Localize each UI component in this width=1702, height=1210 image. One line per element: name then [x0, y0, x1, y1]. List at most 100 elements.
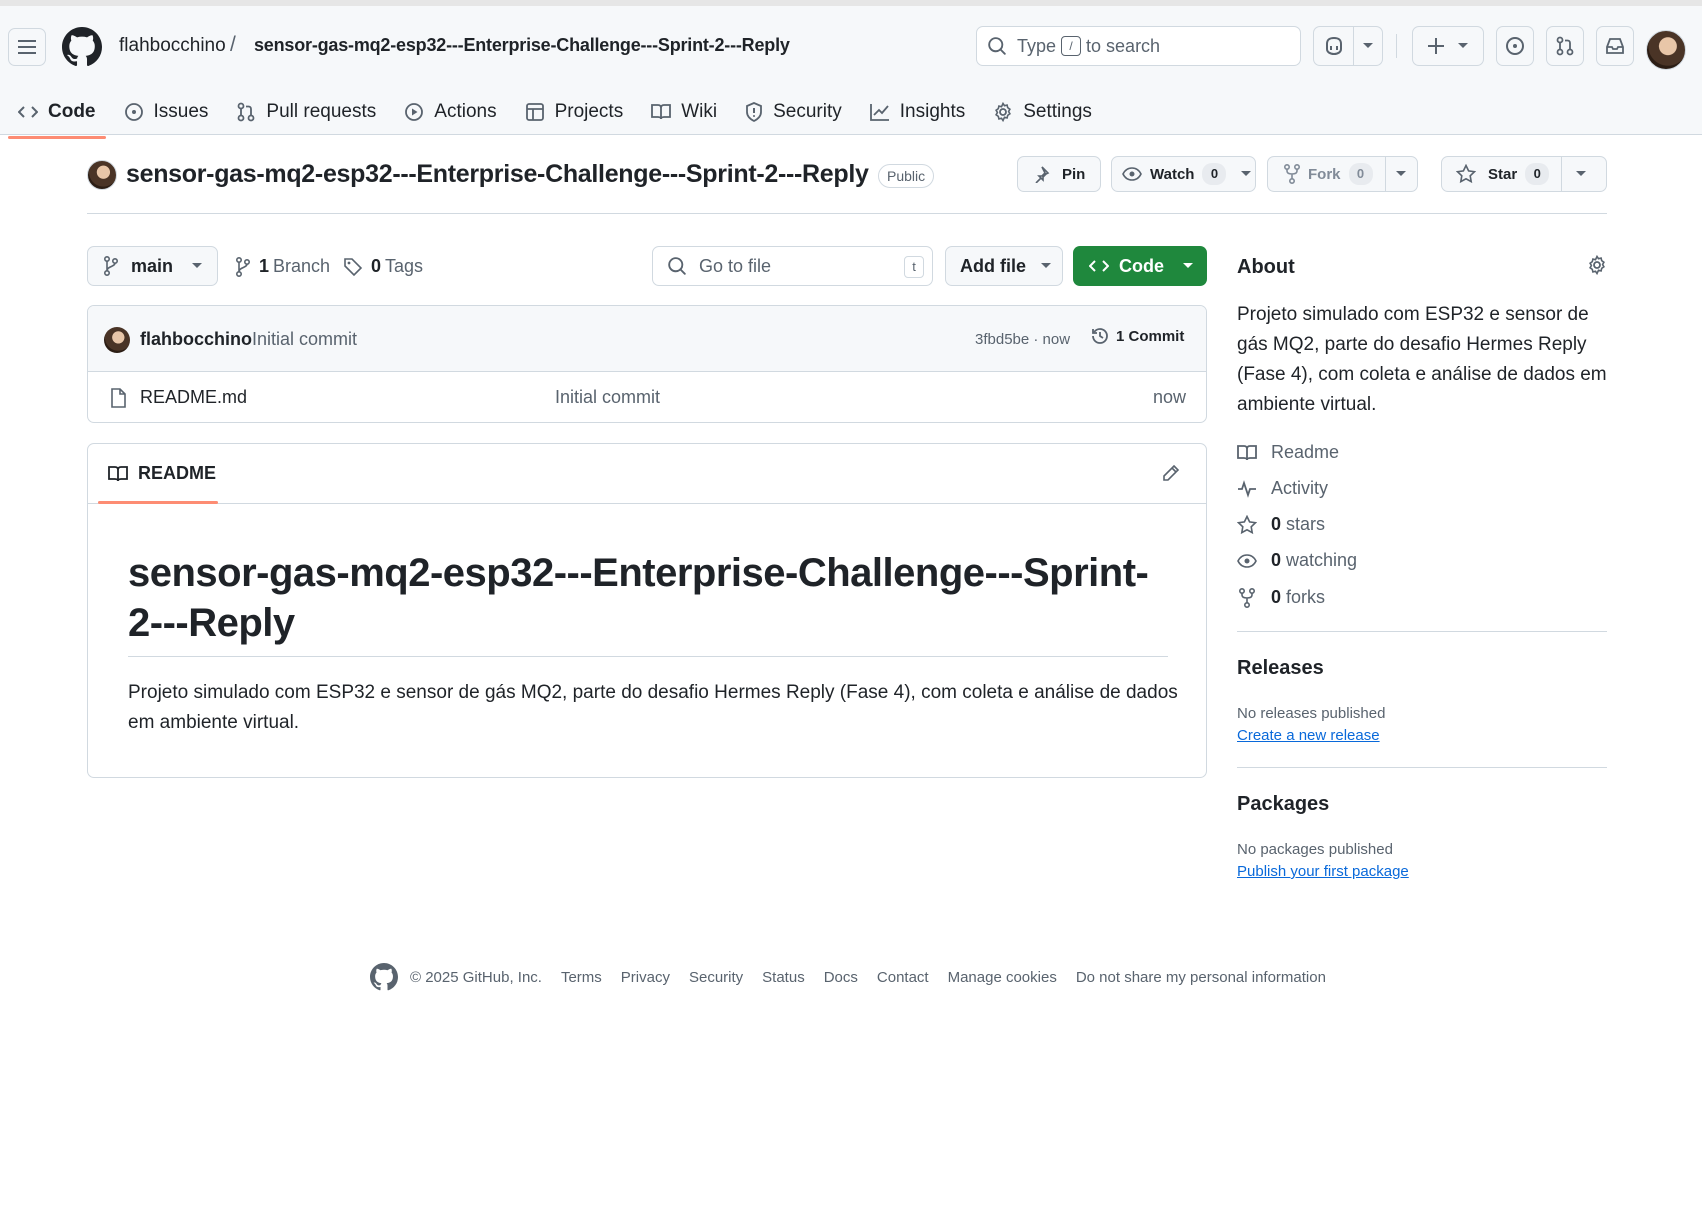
- stars-count: 0: [1271, 514, 1282, 534]
- copilot-button[interactable]: [1313, 26, 1383, 66]
- commit-author[interactable]: flahbocchino: [140, 329, 252, 350]
- chevron-down-icon: [1458, 43, 1468, 48]
- pull-request-icon: [238, 102, 255, 122]
- inbox-button[interactable]: [1596, 26, 1634, 66]
- readme-paragraph: Projeto simulado com ESP32 e sensor de g…: [128, 682, 1178, 733]
- hamburger-icon: [18, 40, 36, 54]
- footer-link-manage-cookies[interactable]: Manage cookies: [948, 969, 1057, 986]
- breadcrumb-repo[interactable]: sensor-gas-mq2-esp32---Enterprise-Challe…: [254, 35, 790, 56]
- search-placeholder-before: Type: [1017, 35, 1057, 56]
- packages-title[interactable]: Packages: [1237, 793, 1329, 816]
- tab-wiki[interactable]: Wiki: [641, 88, 727, 136]
- file-table: flahbocchino Initial commit 3fbd5be · no…: [87, 305, 1207, 423]
- watch-label: Watch: [1150, 165, 1195, 183]
- branches-link[interactable]: 1 Branch: [235, 256, 330, 277]
- fork-icon: [1239, 587, 1255, 608]
- star-icon: [1237, 514, 1257, 534]
- breadcrumb-separator: /: [230, 33, 236, 56]
- footer-link-privacy[interactable]: Privacy: [621, 969, 670, 986]
- footer-copyright: © 2025 GitHub, Inc.: [410, 968, 542, 986]
- tags-link[interactable]: 0 Tags: [343, 256, 423, 277]
- forks-link[interactable]: 0 forks: [1237, 587, 1325, 608]
- commit-meta[interactable]: 3fbd5be · now: [975, 331, 1070, 348]
- tab-actions[interactable]: Actions: [394, 88, 506, 136]
- readme-divider: [128, 656, 1168, 657]
- history-icon: [1092, 328, 1108, 344]
- footer-link-terms[interactable]: Terms: [561, 969, 602, 986]
- watch-button[interactable]: Watch 0: [1111, 156, 1256, 192]
- pin-button[interactable]: Pin: [1017, 156, 1101, 192]
- code-icon: [18, 106, 38, 118]
- book-icon: [651, 104, 672, 120]
- add-file-button[interactable]: Add file: [945, 246, 1063, 286]
- branch-selector[interactable]: main: [87, 246, 218, 286]
- activity-link[interactable]: Activity: [1237, 478, 1328, 499]
- branch-icon: [104, 256, 119, 276]
- repo-owner-avatar[interactable]: [87, 160, 117, 190]
- graph-icon: [869, 104, 889, 121]
- global-search-input[interactable]: Type / to search: [976, 26, 1301, 66]
- chevron-down-icon: [1241, 171, 1252, 176]
- tab-issues[interactable]: Issues: [114, 88, 219, 136]
- menu-button[interactable]: [8, 28, 46, 66]
- commit-message[interactable]: Initial commit: [252, 329, 357, 350]
- plus-icon: [1428, 38, 1444, 54]
- publish-package-link[interactable]: Publish your first package: [1237, 863, 1409, 880]
- footer-link-docs[interactable]: Docs: [824, 969, 858, 986]
- go-to-file-input[interactable]: Go to file t: [652, 246, 933, 286]
- github-logo-icon[interactable]: [370, 963, 398, 991]
- fork-button[interactable]: Fork 0: [1267, 156, 1418, 192]
- branch-icon: [236, 256, 251, 277]
- branches-label: Branch: [273, 256, 331, 276]
- edit-about-button[interactable]: [1587, 255, 1607, 275]
- play-icon: [405, 103, 424, 121]
- file-commit-message[interactable]: Initial commit: [555, 387, 660, 408]
- pin-label: Pin: [1062, 165, 1086, 183]
- create-new-button[interactable]: [1412, 26, 1484, 66]
- readme-tab[interactable]: README: [108, 463, 216, 484]
- forks-label: forks: [1286, 587, 1326, 607]
- releases-title[interactable]: Releases: [1237, 657, 1324, 680]
- file-name[interactable]: README.md: [140, 387, 247, 408]
- packages-empty-text: No packages published: [1237, 841, 1393, 858]
- chevron-down-icon: [1183, 263, 1193, 268]
- tab-insights[interactable]: Insights: [860, 88, 975, 136]
- footer-link-status[interactable]: Status: [762, 969, 805, 986]
- create-release-link[interactable]: Create a new release: [1237, 727, 1380, 744]
- tab-code[interactable]: Code: [8, 88, 106, 139]
- pull-requests-button[interactable]: [1546, 26, 1584, 66]
- readme-link[interactable]: Readme: [1237, 442, 1339, 463]
- footer-link-contact[interactable]: Contact: [877, 969, 929, 986]
- github-logo-icon[interactable]: [62, 27, 102, 67]
- sidebar-divider: [1237, 767, 1607, 768]
- repo-header-divider: [87, 213, 1607, 214]
- tab-label: Pull requests: [266, 101, 377, 122]
- tab-security[interactable]: Security: [735, 88, 852, 136]
- stars-link[interactable]: 0 stars: [1237, 514, 1325, 535]
- star-button[interactable]: Star 0: [1441, 156, 1607, 192]
- branch-name: main: [131, 255, 174, 276]
- go-to-file-shortcut: t: [904, 256, 924, 278]
- commits-link[interactable]: 1 Commit: [1090, 326, 1184, 346]
- tags-label: Tags: [385, 256, 424, 276]
- readme-tab-label: README: [138, 463, 217, 483]
- watch-count: 0: [1202, 163, 1227, 185]
- tab-label: Issues: [153, 101, 209, 122]
- code-button[interactable]: Code: [1073, 246, 1207, 286]
- repo-title[interactable]: sensor-gas-mq2-esp32---Enterprise-Challe…: [126, 160, 869, 189]
- readme-link-label: Readme: [1271, 442, 1340, 462]
- edit-readme-button[interactable]: [1162, 464, 1180, 482]
- latest-commit-row: flahbocchino Initial commit 3fbd5be · no…: [88, 306, 1206, 372]
- issues-button[interactable]: [1496, 26, 1534, 66]
- tab-settings[interactable]: Settings: [983, 88, 1102, 136]
- tab-projects[interactable]: Projects: [515, 88, 634, 136]
- pin-icon: [1035, 166, 1050, 183]
- footer-link-security[interactable]: Security: [689, 969, 743, 986]
- user-avatar[interactable]: [1646, 30, 1686, 70]
- tab-pull-requests[interactable]: Pull requests: [226, 88, 386, 136]
- commit-author-avatar[interactable]: [104, 327, 130, 353]
- breadcrumb-owner[interactable]: flahbocchino: [119, 35, 226, 57]
- watching-link[interactable]: 0 watching: [1237, 550, 1357, 571]
- footer-link-do-not-share[interactable]: Do not share my personal information: [1076, 969, 1326, 986]
- gear-icon: [995, 102, 1012, 122]
